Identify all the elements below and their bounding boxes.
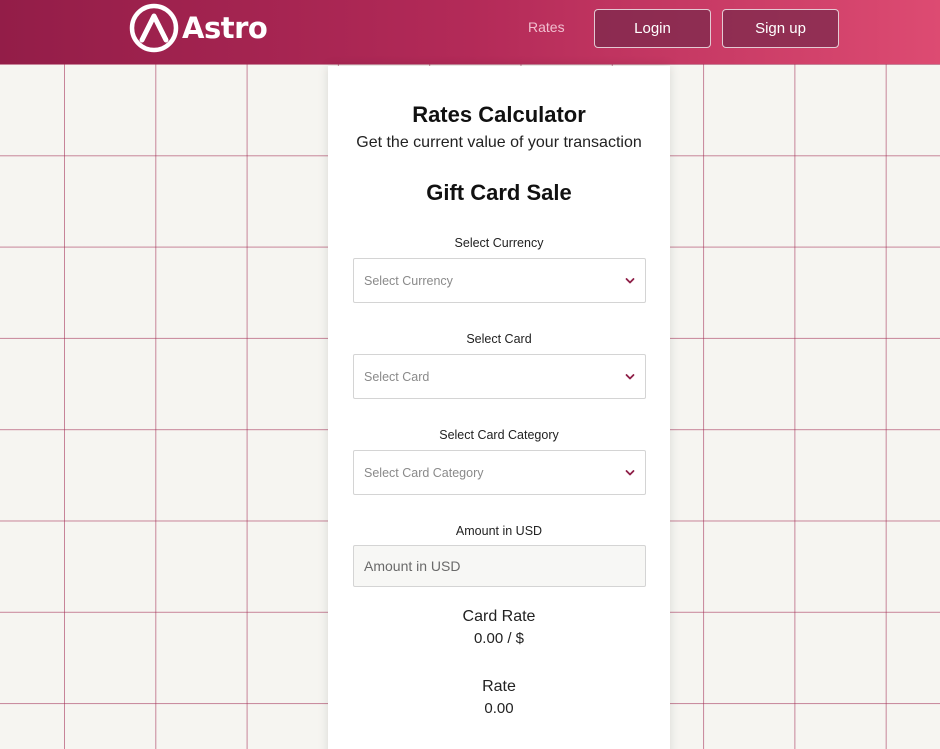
chevron-down-icon <box>625 470 635 476</box>
astro-logo-icon <box>129 3 179 53</box>
currency-select-placeholder: Select Currency <box>364 274 453 288</box>
amount-input[interactable] <box>353 545 646 587</box>
card-select[interactable]: Select Card <box>353 354 646 399</box>
brand-logo[interactable]: Astro <box>128 0 268 56</box>
amount-label: Amount in USD <box>455 524 543 538</box>
login-button[interactable]: Login <box>594 9 711 48</box>
card-rate-value: 0.00 / $ <box>473 630 525 647</box>
page-title: Rates Calculator <box>412 102 586 127</box>
card-category-select-placeholder: Select Card Category <box>364 466 484 480</box>
signup-button[interactable]: Sign up <box>722 9 839 48</box>
rate-label: Rate <box>482 678 516 695</box>
rates-calculator-card: Rates Calculator Get the current value o… <box>328 66 670 749</box>
nav-link-rates[interactable]: Rates <box>528 19 565 35</box>
rate-value: 0.00 <box>484 700 514 717</box>
card-label: Select Card <box>466 332 532 346</box>
card-rate-label: Card Rate <box>462 608 536 625</box>
currency-label: Select Currency <box>454 236 544 250</box>
chevron-down-icon <box>625 374 635 380</box>
card-select-placeholder: Select Card <box>364 370 430 384</box>
card-category-label: Select Card Category <box>439 428 559 442</box>
page-subtitle: Get the current value of your transactio… <box>356 134 642 151</box>
brand-name: Astro <box>182 11 268 45</box>
chevron-down-icon <box>625 278 635 284</box>
currency-select[interactable]: Select Currency <box>353 258 646 303</box>
section-title: Gift Card Sale <box>426 180 572 205</box>
top-navbar: Astro Rates Login Sign up <box>0 0 940 64</box>
card-category-select[interactable]: Select Card Category <box>353 450 646 495</box>
